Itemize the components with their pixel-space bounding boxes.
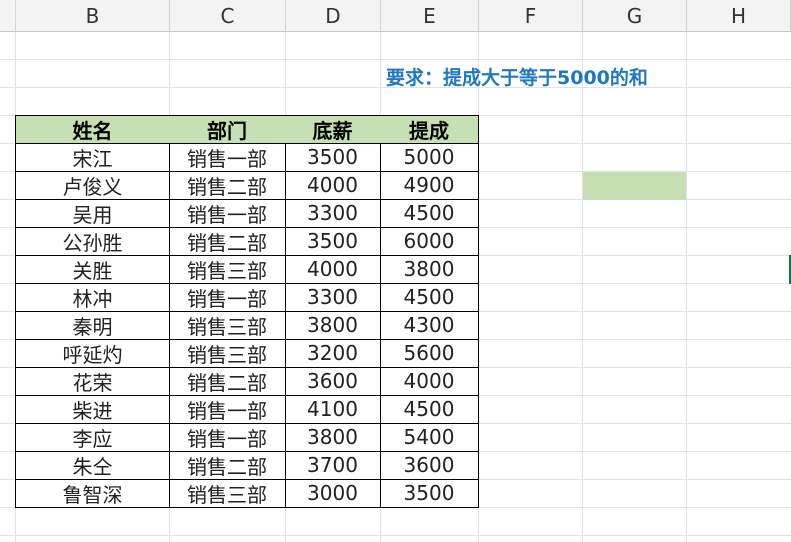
cell-commission[interactable]: 6000	[380, 227, 479, 256]
cell-commission[interactable]: 5400	[380, 423, 479, 452]
cell-base-salary[interactable]: 4100	[285, 395, 381, 424]
cell-name[interactable]: 呼延灼	[15, 339, 170, 368]
cell-name[interactable]: 林冲	[15, 283, 170, 312]
requirement-note[interactable]: 要求：提成大于等于5000的和	[386, 61, 648, 91]
cell-name[interactable]: 宋江	[15, 143, 170, 172]
table-header-base-salary[interactable]: 底薪	[285, 115, 381, 144]
cell-base-salary[interactable]: 3600	[285, 367, 381, 396]
column-gridline	[582, 32, 583, 542]
cell-department[interactable]: 销售二部	[169, 227, 286, 256]
cell-department[interactable]: 销售一部	[169, 283, 286, 312]
cell-department[interactable]: 销售一部	[169, 143, 286, 172]
table-header-commission[interactable]: 提成	[380, 115, 479, 144]
cell-commission[interactable]: 4500	[380, 199, 479, 228]
cell-commission[interactable]: 4000	[380, 367, 479, 396]
cell-department[interactable]: 销售二部	[169, 451, 286, 480]
column-header-h[interactable]: H	[687, 0, 791, 32]
column-header-d[interactable]: D	[286, 0, 381, 32]
cell-department[interactable]: 销售一部	[169, 199, 286, 228]
cell-name[interactable]: 柴进	[15, 395, 170, 424]
cell-department[interactable]: 销售一部	[169, 423, 286, 452]
column-gridline	[686, 32, 687, 542]
column-header-e[interactable]: E	[381, 0, 479, 32]
cell-name[interactable]: 吴用	[15, 199, 170, 228]
cell-base-salary[interactable]: 3800	[285, 311, 381, 340]
cell-department[interactable]: 销售二部	[169, 171, 286, 200]
cell-name[interactable]: 秦明	[15, 311, 170, 340]
corner-header[interactable]	[0, 0, 16, 32]
cell-department[interactable]: 销售三部	[169, 311, 286, 340]
cell-name[interactable]: 花荣	[15, 367, 170, 396]
cell-name[interactable]: 李应	[15, 423, 170, 452]
row-gridline	[0, 59, 791, 60]
cell-commission[interactable]: 3600	[380, 451, 479, 480]
row-gridline	[0, 535, 791, 536]
cell-name[interactable]: 鲁智深	[15, 479, 170, 508]
cell-department[interactable]: 销售三部	[169, 339, 286, 368]
cell-base-salary[interactable]: 3000	[285, 479, 381, 508]
cell-name[interactable]: 卢俊义	[15, 171, 170, 200]
cell-commission[interactable]: 3800	[380, 255, 479, 284]
cell-base-salary[interactable]: 3300	[285, 199, 381, 228]
cell-commission[interactable]: 5600	[380, 339, 479, 368]
cell-department[interactable]: 销售三部	[169, 479, 286, 508]
cell-department[interactable]: 销售二部	[169, 367, 286, 396]
spreadsheet-grid: BCDEFGH 要求：提成大于等于5000的和 姓名 部门 底薪 提成 宋江 销售一部 35…	[0, 0, 791, 542]
cell-base-salary[interactable]: 3500	[285, 143, 381, 172]
cell-department[interactable]: 销售三部	[169, 255, 286, 284]
cell-commission[interactable]: 5000	[380, 143, 479, 172]
cell-commission[interactable]: 4500	[380, 395, 479, 424]
cell-commission[interactable]: 4500	[380, 283, 479, 312]
cell-department[interactable]: 销售一部	[169, 395, 286, 424]
cell-name[interactable]: 朱仝	[15, 451, 170, 480]
cell-commission[interactable]: 4900	[380, 171, 479, 200]
table-header-department[interactable]: 部门	[169, 115, 286, 144]
cell-base-salary[interactable]: 3500	[285, 227, 381, 256]
cell-name[interactable]: 公孙胜	[15, 227, 170, 256]
cell-base-salary[interactable]: 3300	[285, 283, 381, 312]
cell-commission[interactable]: 4300	[380, 311, 479, 340]
column-header-g[interactable]: G	[583, 0, 687, 32]
cell-base-salary[interactable]: 3800	[285, 423, 381, 452]
table-header-name[interactable]: 姓名	[15, 115, 170, 144]
cell-base-salary[interactable]: 3700	[285, 451, 381, 480]
cell-base-salary[interactable]: 4000	[285, 171, 381, 200]
column-header-f[interactable]: F	[479, 0, 583, 32]
cell-name[interactable]: 关胜	[15, 255, 170, 284]
column-header-b[interactable]: B	[16, 0, 170, 32]
cell-commission[interactable]: 3500	[380, 479, 479, 508]
selected-cell-g6[interactable]	[583, 172, 686, 200]
cell-base-salary[interactable]: 3200	[285, 339, 381, 368]
column-header-c[interactable]: C	[170, 0, 286, 32]
cell-base-salary[interactable]: 4000	[285, 255, 381, 284]
